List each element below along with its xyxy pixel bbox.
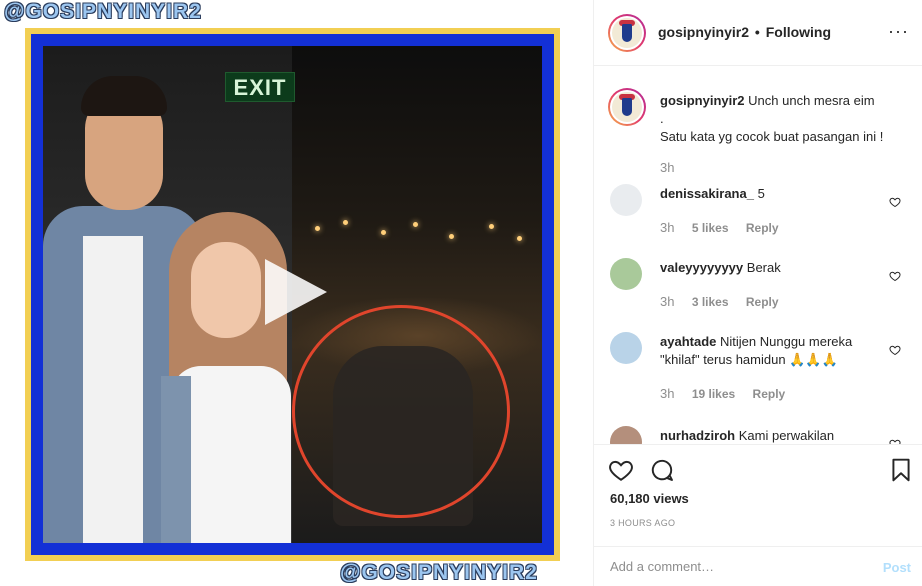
comment-item: valeyyyyyyyy Berak 3h 3 likes Reply [594,258,922,332]
video-player[interactable]: EXIT [43,46,542,543]
woman-jacket [161,376,191,543]
reply-button[interactable]: Reply [753,387,786,401]
header-user-line: gosipnyinyir2 • Following [658,24,831,40]
heart-icon[interactable] [889,270,901,282]
play-icon[interactable] [265,259,327,325]
comment-meta: 3h 5 likes Reply [660,220,793,235]
reply-button[interactable]: Reply [746,221,779,235]
add-comment-bar: Post [594,546,922,586]
post-timestamp[interactable]: 3 HOURS AGO [610,518,675,528]
comment-item: nurhadziroh Kami perwakilan [594,426,922,444]
comment-avatar[interactable] [610,258,642,290]
comment-time[interactable]: 3h [660,220,674,235]
comment-username[interactable]: valeyyyyyyyy [660,260,743,275]
bookmark-icon[interactable] [888,457,914,483]
comments-list[interactable]: gosipnyinyir2 Unch unch mesra eim . Satu… [594,66,922,444]
caption-line-2: . [660,111,664,126]
woman-face [191,242,261,338]
comment-body: Berak [746,260,781,275]
caption-line-3: Satu kata yg cocok buat pasangan ini ! [660,129,884,144]
comment-text: valeyyyyyyyy Berak [660,259,890,277]
header-username[interactable]: gosipnyinyir2 [658,24,749,40]
comment-item: ayahtade Nitijen Nunggu mereka "khilaf" … [594,332,922,424]
comment-likes[interactable]: 3 likes [692,295,729,309]
heart-icon[interactable] [889,344,901,356]
comment-icon[interactable] [649,457,675,483]
post-sidebar: gosipnyinyir2 • Following ··· gosipnyiny… [593,0,922,586]
comment-meta: 3h 3 likes Reply [660,294,793,309]
ellipsis-icon[interactable]: ··· [888,22,909,40]
watermark-top: @GOSIPNYINYIR2 [4,0,202,23]
caption-avatar[interactable] [608,88,646,126]
comment-likes[interactable]: 5 likes [692,221,729,235]
comment-time[interactable]: 3h [660,294,674,309]
comment-body: 5 [757,186,765,201]
man-hair [81,76,167,116]
header-avatar[interactable] [608,14,646,52]
comment-username[interactable]: denissakirana_ [660,186,754,201]
follow-status-button[interactable]: Following [766,24,831,40]
comment-username[interactable]: nurhadziroh [660,428,735,443]
heart-icon[interactable] [608,457,634,483]
reply-button[interactable]: Reply [746,295,779,309]
comment-avatar[interactable] [610,426,642,444]
heart-icon[interactable] [889,196,901,208]
caption-line-1: Unch unch mesra eim [748,93,875,108]
comment-text: nurhadziroh Kami perwakilan [660,427,890,444]
post-actions: 60,180 views 3 HOURS AGO [594,444,922,538]
bar-lights [303,216,533,276]
caption-username[interactable]: gosipnyinyir2 [660,93,745,108]
comment-text: ayahtade Nitijen Nunggu mereka "khilaf" … [660,333,890,369]
caption-text: gosipnyinyir2 Unch unch mesra eim . Satu… [660,92,910,146]
post-button[interactable]: Post [883,560,911,575]
comment-avatar[interactable] [610,184,642,216]
comment-text: denissakirana_ 5 [660,185,890,203]
comment-item: denissakirana_ 5 3h 5 likes Reply [594,184,922,258]
comment-avatar[interactable] [610,332,642,364]
post-media: @GOSIPNYINYIR2 EXIT @GOSIPNYINYIR2 [0,0,593,586]
header-separator: • [754,24,760,40]
highlight-circle [292,305,510,518]
comment-username[interactable]: ayahtade [660,334,716,349]
view-count[interactable]: 60,180 views [610,491,689,506]
caption-time[interactable]: 3h [660,160,674,175]
comment-body: Kami perwakilan [738,428,835,443]
watermark-bottom: @GOSIPNYINYIR2 [340,561,538,584]
post-header: gosipnyinyir2 • Following ··· [594,0,922,66]
comment-time[interactable]: 3h [660,386,674,401]
man-shirt [83,236,143,543]
comment-input[interactable] [610,559,850,574]
comment-likes[interactable]: 19 likes [692,387,735,401]
comment-meta: 3h 19 likes Reply [660,386,799,401]
exit-sign: EXIT [225,72,295,102]
